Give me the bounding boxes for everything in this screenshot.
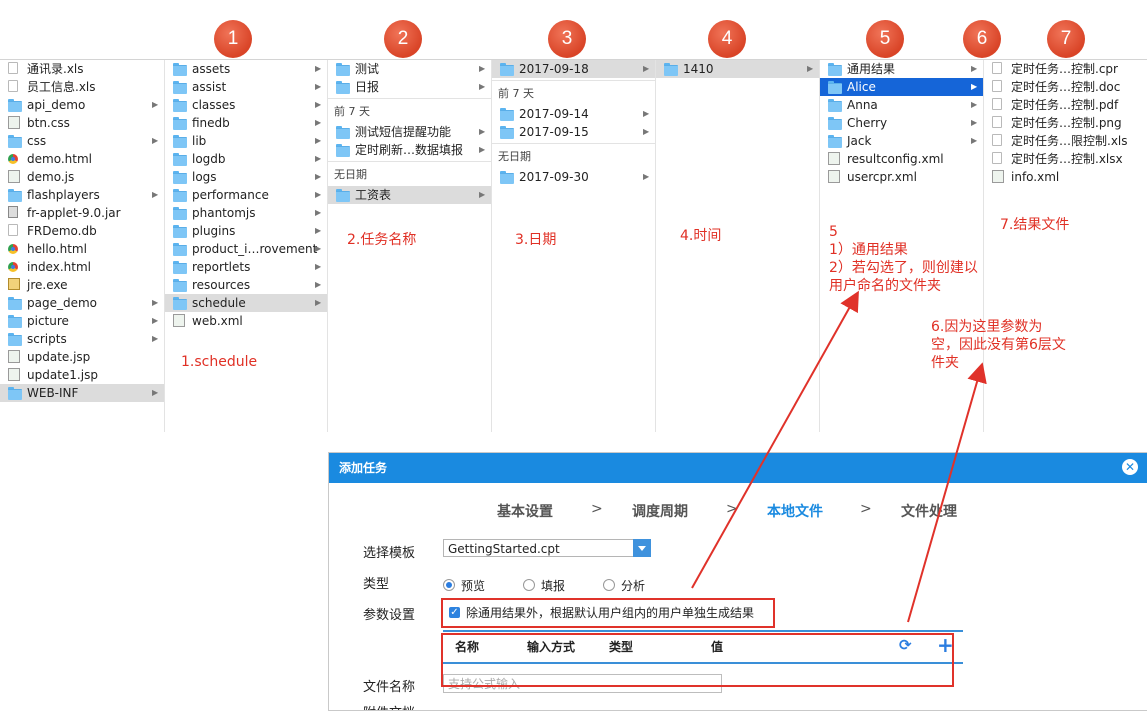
annotation-arrows (691, 290, 987, 623)
arrow-to-annotation-5 (691, 290, 859, 589)
arrow-to-annotation-6 (907, 362, 987, 623)
